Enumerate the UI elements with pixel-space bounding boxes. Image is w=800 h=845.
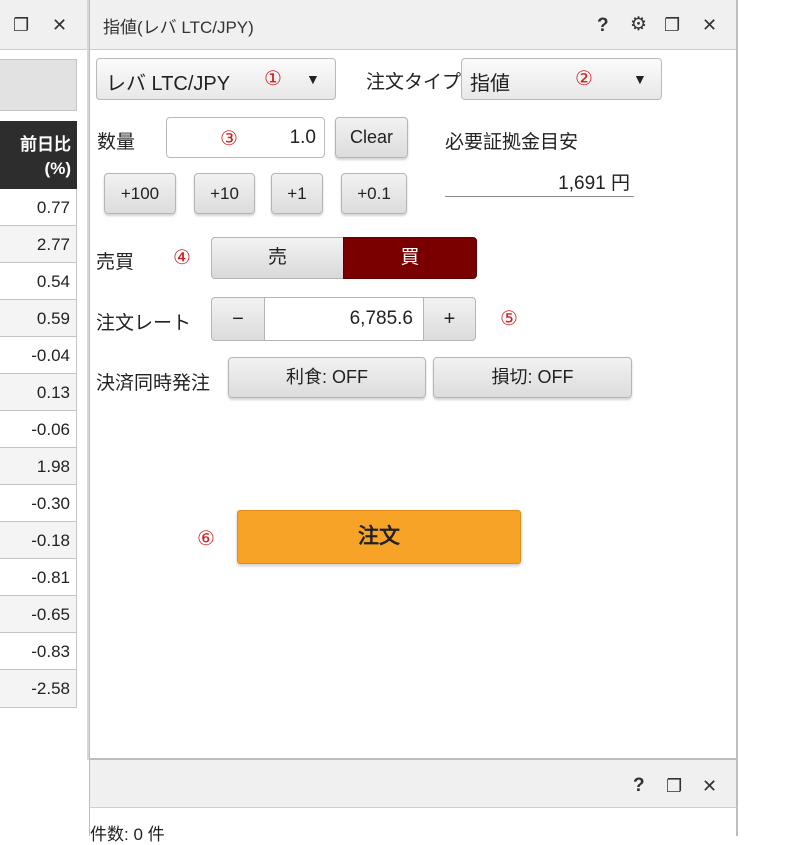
quantity-label: 数量: [97, 132, 136, 153]
increment-0-1-button[interactable]: +0.1: [341, 173, 407, 214]
column-header-line2: (%): [44, 159, 71, 178]
order-button[interactable]: 注文: [237, 510, 521, 564]
clear-button[interactable]: Clear: [335, 117, 408, 158]
marker-6: ⑥: [197, 528, 215, 550]
bottom-panel-body: [89, 808, 738, 836]
help-icon[interactable]: ?: [597, 15, 609, 37]
column-header-line1: 前日比: [20, 135, 71, 154]
count-text: 件数: 0 件: [90, 825, 165, 844]
settlement-label: 決済同時発注: [96, 373, 211, 394]
list-item[interactable]: -0.81: [0, 559, 76, 596]
help-icon[interactable]: ?: [633, 775, 645, 797]
list-item[interactable]: 1.98: [0, 448, 76, 485]
restore-icon[interactable]: ❐: [666, 777, 682, 795]
list-item[interactable]: 0.59: [0, 300, 76, 337]
list-item[interactable]: -0.83: [0, 633, 76, 670]
close-icon[interactable]: ✕: [702, 777, 717, 795]
change-percent-list: 0.77 2.77 0.54 0.59 -0.04 0.13 -0.06 1.98 -0.30-…: [0, 189, 77, 708]
chevron-down-icon: ▼: [306, 71, 320, 87]
increment-100-button[interactable]: +100: [104, 173, 176, 214]
marker-4: ④: [173, 247, 191, 269]
buy-button[interactable]: 買: [343, 237, 477, 279]
rate-value: 6,785.6: [349, 308, 413, 329]
order-type-value: 指値: [470, 73, 510, 95]
gear-icon[interactable]: ⚙: [630, 13, 647, 36]
list-item[interactable]: -0.04: [0, 337, 76, 374]
list-item[interactable]: 0.54: [0, 263, 76, 300]
buy-button-label: 買: [400, 247, 420, 268]
marker-5: ⑤: [500, 308, 518, 330]
close-icon[interactable]: ✕: [52, 16, 67, 34]
window-title: 指値(レバ LTC/JPY): [103, 18, 254, 37]
list-item[interactable]: -0.06: [0, 411, 76, 448]
margin-label: 必要証拠金目安: [445, 132, 579, 153]
stop-loss-button[interactable]: 損切: OFF: [433, 357, 632, 398]
order-type-label: 注文タイプ: [366, 72, 462, 93]
marker-1: ①: [264, 68, 282, 90]
side-label: 売買: [96, 252, 135, 273]
marker-3: ③: [220, 128, 238, 150]
increment-1-button[interactable]: +1: [271, 173, 323, 214]
list-item[interactable]: 2.77: [0, 226, 76, 263]
symbol-select-value: レバ LTC/JPY: [106, 73, 231, 95]
sell-button-label: 売: [267, 247, 287, 268]
change-percent-column-header[interactable]: 前日比 (%): [0, 121, 77, 189]
take-profit-button[interactable]: 利食: OFF: [228, 357, 426, 398]
chevron-down-icon: ▼: [633, 71, 647, 87]
restore-icon[interactable]: ❐: [664, 16, 680, 34]
list-item[interactable]: -0.65: [0, 596, 76, 633]
rate-decrement-button[interactable]: −: [212, 298, 264, 340]
rate-increment-button[interactable]: +: [424, 298, 475, 340]
marker-2: ②: [575, 68, 593, 90]
list-item[interactable]: 0.13: [0, 374, 76, 411]
margin-underline: [445, 196, 634, 197]
list-item[interactable]: -0.30: [0, 485, 76, 522]
increment-10-button[interactable]: +10: [194, 173, 255, 214]
list-item[interactable]: 0.77: [0, 189, 76, 226]
close-icon[interactable]: ✕: [702, 16, 717, 34]
left-panel-button[interactable]: [0, 59, 77, 111]
quantity-value: 1.0: [289, 127, 316, 148]
rate-label: 注文レート: [96, 313, 192, 334]
margin-value: 1,691 円: [558, 173, 630, 194]
list-item[interactable]: -2.58: [0, 670, 76, 707]
list-item[interactable]: -0.18: [0, 522, 76, 559]
restore-icon[interactable]: ❐: [13, 16, 29, 34]
sell-button[interactable]: 売: [211, 237, 344, 279]
